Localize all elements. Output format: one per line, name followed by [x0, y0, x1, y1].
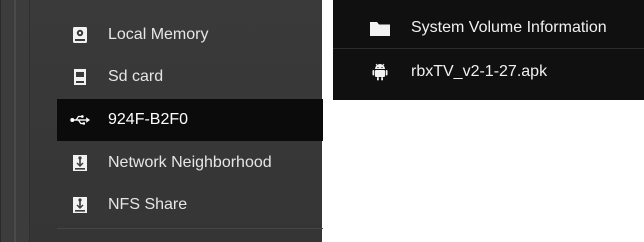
nfs-share-icon	[70, 195, 90, 215]
android-icon	[369, 62, 391, 82]
sidebar-edge	[1, 0, 30, 242]
file-name: rbxTV_v2-1-27.apk	[411, 63, 548, 80]
folder-icon	[369, 18, 391, 38]
sidebar-item-label: 924F-B2F0	[108, 111, 189, 128]
list-item-folder[interactable]: System Volume Information	[333, 6, 644, 50]
sidebar-item-label: NFS Share	[108, 196, 188, 213]
storage-sidebar: Local Memory Sd card 924F-B2F0 Network N…	[0, 0, 323, 242]
sidebar-item-label: Sd card	[108, 68, 164, 85]
file-list-divider	[333, 48, 644, 49]
sidebar-item-nfs-share[interactable]: NFS Share	[57, 184, 323, 226]
network-share-icon	[70, 153, 90, 173]
sidebar-item-local-memory[interactable]: Local Memory	[57, 14, 323, 56]
usb-icon	[70, 110, 90, 130]
sd-card-icon	[70, 67, 90, 87]
sidebar-item-usb-drive[interactable]: 924F-B2F0	[57, 99, 323, 141]
file-name: System Volume Information	[411, 19, 607, 36]
local-memory-icon	[70, 25, 90, 45]
sidebar-item-sd-card[interactable]: Sd card	[57, 56, 323, 98]
sidebar-divider	[57, 228, 323, 229]
sidebar-item-network-neighborhood[interactable]: Network Neighborhood	[57, 142, 323, 184]
sidebar-item-label: Network Neighborhood	[108, 154, 272, 171]
list-item-apk-file[interactable]: rbxTV_v2-1-27.apk	[333, 50, 644, 94]
file-list: System Volume Information rbxTV_v2-1-27.…	[333, 0, 644, 100]
sidebar-item-label: Local Memory	[108, 26, 209, 43]
